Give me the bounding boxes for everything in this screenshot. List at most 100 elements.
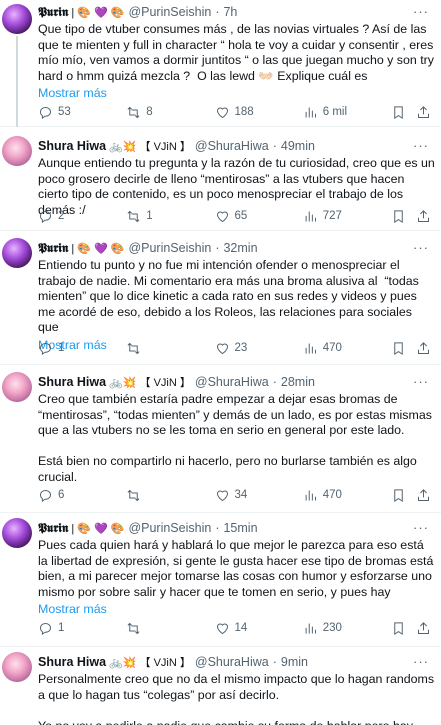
tweet-2[interactable]: Shura Hiwa 🚲💥 【 VJiN 】 @ShuraHiwa · 49mi… <box>0 128 441 231</box>
tweet-text: Entiendo tu punto y no fue mi intención … <box>38 258 423 335</box>
like-button[interactable]: 34 <box>215 488 275 503</box>
reply-count: 6 <box>58 489 65 501</box>
separator-dot: · <box>215 241 220 255</box>
views-chart-icon <box>305 343 316 353</box>
repost-icon <box>127 210 140 222</box>
share-icon[interactable] <box>416 488 431 503</box>
bookmark-icon[interactable] <box>391 488 406 503</box>
timestamp[interactable]: 9min <box>281 655 308 669</box>
show-more-link[interactable]: Mostrar más <box>38 86 435 100</box>
tweet-1[interactable]: 𝕻𝖚𝖗𝖎𝖓 | 🎨 💜 🎨 @PurinSeishin · 7h ··· Que… <box>0 0 441 127</box>
author-name[interactable]: 𝕻𝖚𝖗𝖎𝖓 <box>38 5 68 20</box>
timestamp[interactable]: 15min <box>223 521 257 535</box>
author-name-emojis: | 🎨 💜 🎨 <box>71 242 125 255</box>
reply-icon <box>39 106 52 119</box>
author-handle[interactable]: @ShuraHiwa <box>195 655 269 669</box>
tweet-5[interactable]: 𝕻𝖚𝖗𝖎𝖓 | 🎨 💜 🎨 @PurinSeishin · 15min ··· … <box>0 514 441 647</box>
author-handle[interactable]: @PurinSeishin <box>128 5 211 19</box>
show-more-link[interactable]: Mostrar más <box>38 602 435 616</box>
more-options-icon[interactable]: ··· <box>413 240 429 255</box>
avatar[interactable] <box>2 238 32 268</box>
repost-button[interactable] <box>126 621 186 636</box>
more-options-icon[interactable]: ··· <box>413 374 429 389</box>
views-button[interactable]: 470 <box>303 488 363 503</box>
author-handle[interactable]: @ShuraHiwa <box>195 375 269 389</box>
repost-button[interactable]: 1 <box>126 209 186 224</box>
tweet-3[interactable]: 𝕻𝖚𝖗𝖎𝖓 | 🎨 💜 🎨 @PurinSeishin · 32min ··· … <box>0 232 441 365</box>
separator-dot: · <box>272 375 277 389</box>
more-options-icon[interactable]: ··· <box>413 138 429 153</box>
repost-icon <box>127 342 140 354</box>
views-button[interactable]: 6 mil <box>303 105 363 120</box>
author-handle[interactable]: @PurinSeishin <box>128 241 211 255</box>
heart-icon <box>216 623 228 634</box>
author-name[interactable]: Shura Hiwa <box>38 375 106 389</box>
repost-button[interactable]: 8 <box>126 105 186 120</box>
reply-button[interactable]: 1 <box>38 621 98 636</box>
author-name[interactable]: 𝕻𝖚𝖗𝖎𝖓 <box>38 241 68 256</box>
tweet-4[interactable]: Shura Hiwa 🚲💥 【 VJiN 】 @ShuraHiwa · 28mi… <box>0 366 441 513</box>
timestamp[interactable]: 7h <box>223 5 237 19</box>
author-name[interactable]: Shura Hiwa <box>38 139 106 153</box>
share-icon[interactable] <box>416 209 431 224</box>
heart-icon <box>216 343 228 354</box>
separator-dot: · <box>272 139 277 153</box>
repost-button[interactable] <box>126 488 186 503</box>
like-button[interactable]: 65 <box>215 209 275 224</box>
views-button[interactable]: 230 <box>303 621 363 636</box>
share-icon[interactable] <box>416 341 431 356</box>
author-handle[interactable]: @PurinSeishin <box>128 521 211 535</box>
tweet-6[interactable]: Shura Hiwa 🚲💥 【 VJiN 】 @ShuraHiwa · 9min… <box>0 648 441 725</box>
reply-button[interactable]: 6 <box>38 488 98 503</box>
bookmark-icon[interactable] <box>391 341 406 356</box>
like-count: 188 <box>234 106 254 118</box>
avatar[interactable] <box>2 4 32 34</box>
separator-dot: · <box>215 5 220 19</box>
repost-icon <box>127 106 140 118</box>
views-button[interactable]: 727 <box>303 209 363 224</box>
author-handle[interactable]: @ShuraHiwa <box>195 139 269 153</box>
timestamp[interactable]: 32min <box>223 241 257 255</box>
views-chart-icon <box>305 623 316 633</box>
bookmark-icon[interactable] <box>391 209 406 224</box>
avatar[interactable] <box>2 136 32 166</box>
share-icon[interactable] <box>416 105 431 120</box>
timestamp[interactable]: 28min <box>281 375 315 389</box>
timestamp[interactable]: 49min <box>281 139 315 153</box>
view-count: 727 <box>322 210 342 222</box>
like-button[interactable]: 23 <box>215 341 275 356</box>
avatar[interactable] <box>2 518 32 548</box>
heart-icon <box>216 107 228 118</box>
like-button[interactable]: 14 <box>215 621 275 636</box>
reply-count: 1 <box>58 342 65 354</box>
like-count: 34 <box>234 489 248 501</box>
more-options-icon[interactable]: ··· <box>413 520 429 535</box>
bookmark-icon[interactable] <box>391 105 406 120</box>
avatar[interactable] <box>2 372 32 402</box>
repost-button[interactable] <box>126 341 186 356</box>
reply-button[interactable]: 2 <box>38 209 98 224</box>
tweet-text: Que tipo de vtuber consumes más , de las… <box>38 22 438 83</box>
reply-button[interactable]: 1 <box>38 341 98 356</box>
tweet-text: Personalmente creo que no da el mismo im… <box>38 672 435 725</box>
more-options-icon[interactable]: ··· <box>413 4 429 19</box>
author-name-emojis: 🚲💥 【 VJiN 】 <box>109 141 191 153</box>
more-options-icon[interactable]: ··· <box>413 654 429 669</box>
like-button[interactable]: 188 <box>215 105 275 120</box>
share-icon[interactable] <box>416 621 431 636</box>
thread-line <box>16 36 18 127</box>
author-name-emojis: 🚲💥 【 VJiN 】 <box>109 657 191 669</box>
avatar[interactable] <box>2 652 32 682</box>
views-button[interactable]: 470 <box>303 341 363 356</box>
reply-button[interactable]: 53 <box>38 105 98 120</box>
reply-count: 53 <box>58 106 71 118</box>
author-name[interactable]: Shura Hiwa <box>38 655 106 669</box>
like-count: 14 <box>234 622 248 634</box>
repost-icon <box>127 622 140 634</box>
author-name-emojis: | 🎨 💜 🎨 <box>71 522 125 535</box>
views-chart-icon <box>305 211 316 221</box>
tweet-text: Creo que también estaría padre empezar a… <box>38 392 432 484</box>
bookmark-icon[interactable] <box>391 621 406 636</box>
reply-icon <box>39 622 52 635</box>
author-name[interactable]: 𝕻𝖚𝖗𝖎𝖓 <box>38 521 68 536</box>
